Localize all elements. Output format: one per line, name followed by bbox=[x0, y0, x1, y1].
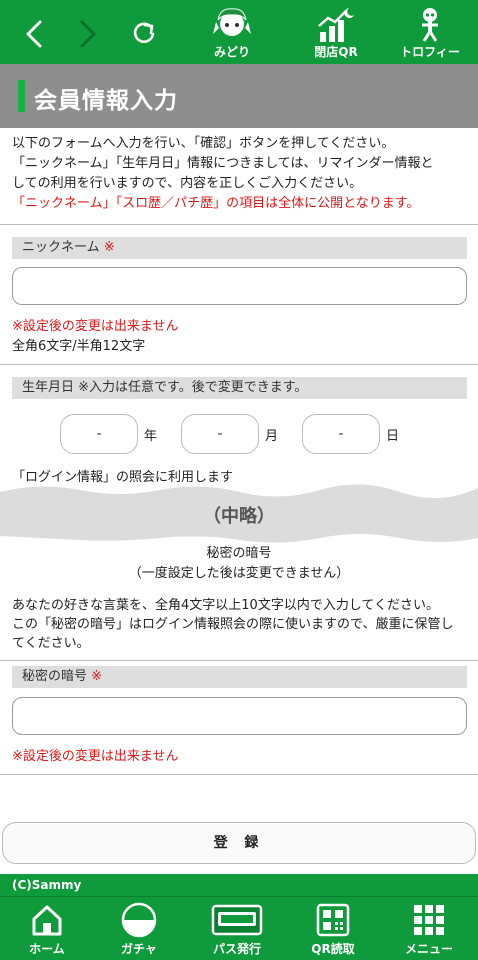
header-accent-bar bbox=[18, 80, 25, 112]
nav-gacha-label: ガチャ bbox=[121, 942, 157, 956]
copyright: (C)Sammy bbox=[0, 874, 478, 896]
secret-instructions: あなたの好きな言葉を、全角4文字以上10文字以内で入力してください。 この「秘密… bbox=[12, 596, 472, 653]
public-notice: 「ニックネーム」「スロ歴／パチ歴」の項目は全体に公開となります。 bbox=[12, 196, 420, 211]
day-unit: 日 bbox=[386, 429, 400, 444]
trophy-label: トロフィー bbox=[400, 45, 460, 59]
nickname-label-text: ニックネーム bbox=[22, 240, 100, 255]
midori-character-icon bbox=[213, 8, 251, 36]
nav-home[interactable]: ホーム bbox=[2, 901, 92, 959]
birth-day-select[interactable]: - bbox=[302, 414, 380, 454]
birth-month-select[interactable]: - bbox=[181, 414, 259, 454]
secret-heading: 秘密の暗号 bbox=[206, 546, 272, 561]
nav-menu-label: メニュー bbox=[404, 942, 453, 956]
midori-label: みどり bbox=[213, 45, 250, 59]
secret-subheading: （一度設定した後は変更できません） bbox=[128, 566, 350, 581]
home-icon bbox=[32, 905, 62, 936]
year-unit: 年 bbox=[144, 429, 158, 444]
nav-home-label: ホーム bbox=[29, 942, 65, 956]
page-header: 会員情報入力 bbox=[0, 64, 478, 128]
chevron-right-icon bbox=[80, 20, 96, 48]
trophy-button[interactable]: トロフィー bbox=[390, 4, 470, 62]
intro-line: 以下のフォームへ入力を行い、「確認」ボタンを押してください。 bbox=[12, 136, 395, 151]
secret-label: 秘密の暗号 ※ bbox=[12, 666, 467, 688]
nav-gacha[interactable]: ガチャ bbox=[94, 901, 184, 959]
push-pass-icon bbox=[211, 904, 263, 936]
trophy-figure-icon bbox=[422, 8, 438, 42]
omitted-label: （中略） bbox=[203, 506, 275, 527]
nav-qr-read[interactable]: QR読取 bbox=[288, 901, 378, 959]
divider bbox=[0, 774, 478, 775]
required-mark: ※ bbox=[91, 669, 103, 684]
chevron-left-icon bbox=[26, 20, 42, 48]
reload-icon bbox=[133, 22, 155, 44]
nickname-input[interactable] bbox=[12, 267, 467, 305]
secret-label-text: 秘密の暗号 bbox=[22, 669, 88, 684]
bottom-nav: ホーム ガチャ パス発行 QR読取 メニュー bbox=[0, 896, 478, 960]
birthday-label: 生年月日 ※入力は任意です。後で変更できます。 bbox=[12, 377, 467, 399]
secret-code-input[interactable] bbox=[12, 697, 467, 735]
closing-qr-label: 閉店QR bbox=[314, 45, 358, 59]
reload-button[interactable] bbox=[124, 14, 164, 54]
month-unit: 月 bbox=[265, 429, 279, 444]
nickname-label: ニックネーム ※ bbox=[12, 237, 467, 259]
intro-text: 以下のフォームへ入力を行い、「確認」ボタンを押してください。 「ニックネーム」「… bbox=[12, 134, 472, 214]
closing-qr-button[interactable]: 閉店QR bbox=[296, 4, 376, 62]
nickname-warning: ※設定後の変更は出来ません bbox=[12, 319, 179, 334]
divider bbox=[0, 364, 478, 365]
register-button[interactable]: 登 録 bbox=[2, 822, 476, 864]
instruction-line: この「秘密の暗号」はログイン情報照会の際に使いますので、厳重に保管し bbox=[12, 617, 454, 632]
nickname-length-note: 全角6文字/半角12文字 bbox=[12, 339, 146, 354]
divider bbox=[0, 224, 478, 225]
secret-warning: ※設定後の変更は出来ません bbox=[12, 749, 179, 764]
qr-code-icon bbox=[316, 903, 350, 937]
forward-button[interactable] bbox=[68, 14, 108, 54]
page-title: 会員情報入力 bbox=[34, 88, 178, 114]
birth-year-select[interactable]: - bbox=[60, 414, 138, 454]
instruction-line: あなたの好きな言葉を、全角4文字以上10文字以内で入力してください。 bbox=[12, 598, 440, 613]
required-mark: ※ bbox=[103, 240, 115, 255]
nav-pass-issue[interactable]: パス発行 bbox=[192, 901, 282, 959]
nav-qr-read-label: QR読取 bbox=[311, 942, 355, 956]
nav-pass-issue-label: パス発行 bbox=[212, 942, 261, 956]
instruction-line: てください。 bbox=[12, 636, 90, 651]
divider bbox=[0, 660, 478, 661]
nav-menu[interactable]: メニュー bbox=[384, 901, 474, 959]
intro-line: 「ニックネーム」「生年月日」情報につきましては、リマインダー情報と bbox=[12, 156, 434, 171]
top-toolbar: みどり 閉店QR トロフィー bbox=[0, 0, 478, 64]
midori-button[interactable]: みどり bbox=[192, 4, 272, 62]
closing-qr-chart-icon bbox=[318, 8, 354, 42]
menu-grid-icon bbox=[414, 905, 444, 935]
intro-line: しての利用を行いますので、内容を正しくご入力ください。 bbox=[12, 176, 363, 191]
gacha-ball-icon bbox=[121, 902, 157, 938]
back-button[interactable] bbox=[14, 14, 54, 54]
